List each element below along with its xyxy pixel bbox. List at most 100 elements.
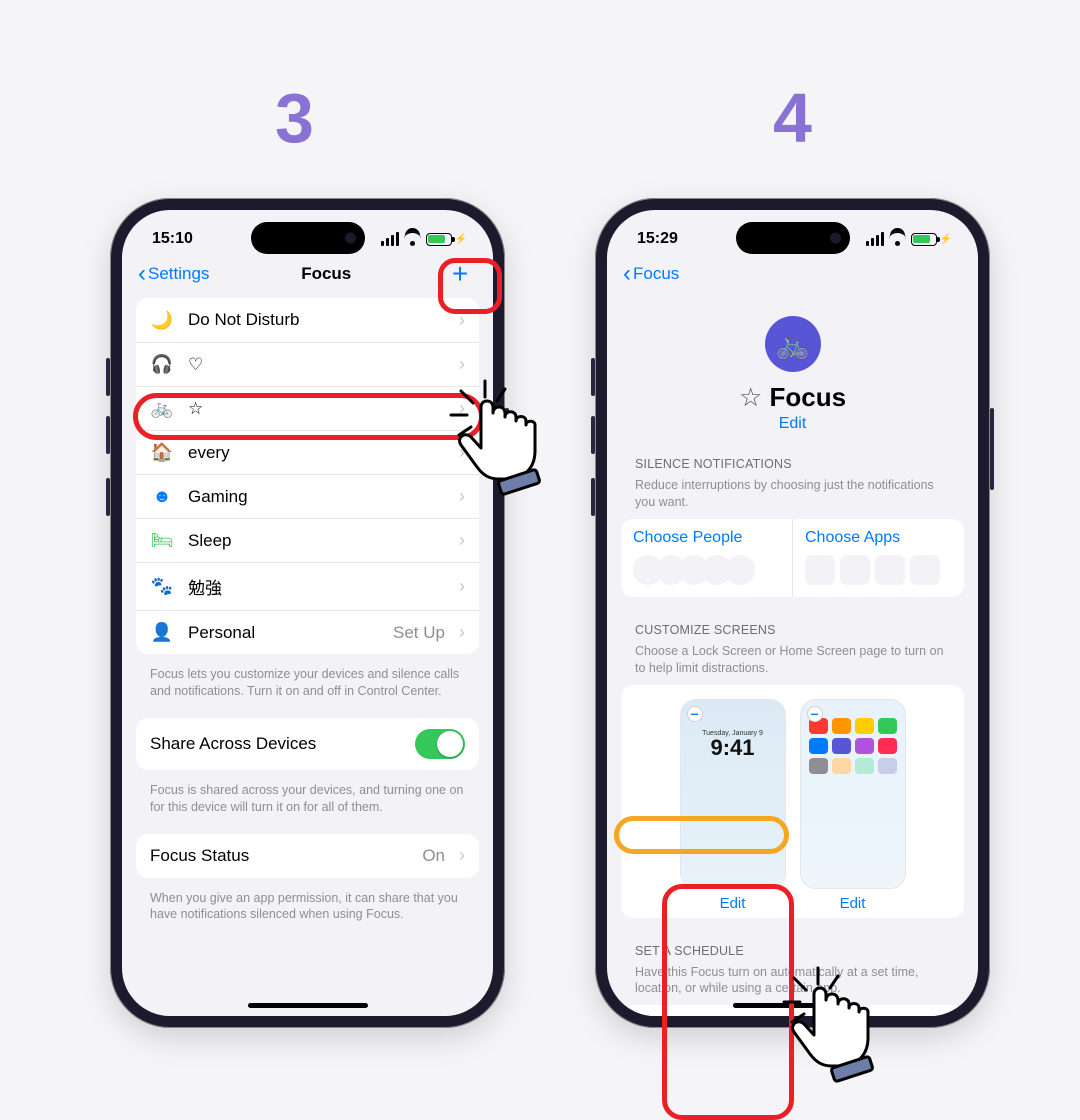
star-icon: ☆ bbox=[739, 382, 762, 412]
signal-icon bbox=[866, 232, 884, 246]
home-screen-tile[interactable]: – Edit bbox=[800, 699, 906, 912]
focus-list: 🌙 Do Not Disturb › 🎧 ♡ › 🚲 ☆ › 🏠 every ›… bbox=[136, 298, 479, 654]
home-indicator[interactable] bbox=[248, 1003, 368, 1008]
remove-icon[interactable]: – bbox=[807, 706, 823, 722]
battery-icon bbox=[911, 233, 937, 246]
focus-row-label: Do Not Disturb bbox=[188, 310, 445, 330]
focus-footnote: Focus lets you customize your devices an… bbox=[122, 664, 493, 718]
screens-card: – Tuesday, January 9 9:41 Edit – Edit bbox=[621, 685, 964, 918]
share-label: Share Across Devices bbox=[150, 734, 401, 754]
wifi-icon bbox=[404, 233, 421, 246]
status-icons: ⚡ bbox=[381, 232, 467, 246]
charging-icon: ⚡ bbox=[940, 234, 952, 245]
focus-hero: 🚲 ☆ Focus Edit bbox=[607, 298, 978, 441]
edit-lock-button[interactable]: Edit bbox=[680, 889, 786, 912]
back-label: Settings bbox=[148, 264, 209, 284]
focus-row-every[interactable]: 🏠 every › bbox=[136, 430, 479, 474]
edit-home-button[interactable]: Edit bbox=[800, 889, 906, 912]
chevron-right-icon: › bbox=[459, 845, 465, 866]
focus-row-label: Sleep bbox=[188, 531, 445, 551]
status-group: Focus Status On › bbox=[136, 834, 479, 878]
focus-row-heart[interactable]: 🎧 ♡ › bbox=[136, 342, 479, 386]
focus-row-dnd[interactable]: 🌙 Do Not Disturb › bbox=[136, 298, 479, 342]
status-footnote: When you give an app permission, it can … bbox=[122, 888, 493, 942]
home-indicator[interactable] bbox=[733, 1003, 853, 1008]
focus-status-row[interactable]: Focus Status On › bbox=[136, 834, 479, 878]
chevron-right-icon: › bbox=[459, 622, 465, 643]
silence-heading: SILENCE NOTIFICATIONS bbox=[607, 453, 978, 477]
chevron-right-icon: › bbox=[459, 530, 465, 551]
focus-row-personal[interactable]: 👤 Personal Set Up › bbox=[136, 610, 479, 654]
signal-icon bbox=[381, 232, 399, 246]
smile-icon: ☻ bbox=[150, 486, 174, 507]
focus-row-label: 勉強 bbox=[188, 574, 445, 599]
lock-screen-tile[interactable]: – Tuesday, January 9 9:41 Edit bbox=[680, 699, 786, 912]
status-label: Focus Status bbox=[150, 846, 408, 866]
focus-row-label: ♡ bbox=[188, 355, 445, 375]
battery-icon bbox=[426, 233, 452, 246]
lock-time: 9:41 bbox=[681, 735, 785, 761]
chevron-right-icon: › bbox=[459, 442, 465, 463]
share-row[interactable]: Share Across Devices bbox=[136, 718, 479, 770]
headphones-icon: 🎧 bbox=[150, 354, 174, 375]
focus-row-sleep[interactable]: 🛏 Sleep › bbox=[136, 518, 479, 562]
wifi-icon bbox=[889, 233, 906, 246]
phone-frame-left: 15:10 ⚡ ‹ Settings Focus + 🌙 Do Not Dist… bbox=[110, 198, 505, 1028]
focus-row-label: every bbox=[188, 443, 445, 463]
screen-left: 15:10 ⚡ ‹ Settings Focus + 🌙 Do Not Dist… bbox=[122, 210, 493, 1016]
focus-row-study[interactable]: 🐾 勉強 › bbox=[136, 562, 479, 610]
chevron-right-icon: › bbox=[459, 310, 465, 331]
focus-title-text: Focus bbox=[769, 382, 846, 412]
back-label: Focus bbox=[633, 264, 679, 284]
remove-icon[interactable]: – bbox=[687, 706, 703, 722]
apps-placeholder bbox=[805, 555, 952, 585]
focus-row-gaming[interactable]: ☻ Gaming › bbox=[136, 474, 479, 518]
chevron-right-icon: › bbox=[459, 354, 465, 375]
focus-title: ☆ Focus bbox=[607, 382, 978, 413]
back-button[interactable]: ‹ Focus bbox=[623, 264, 679, 284]
chevron-right-icon: › bbox=[459, 576, 465, 597]
back-button[interactable]: ‹ Settings bbox=[138, 264, 209, 284]
choose-people-label: Choose People bbox=[633, 529, 780, 547]
paw-icon: 🐾 bbox=[150, 576, 174, 597]
choose-apps-button[interactable]: Choose Apps bbox=[792, 519, 964, 597]
customize-heading: CUSTOMIZE SCREENS bbox=[607, 619, 978, 643]
choose-apps-label: Choose Apps bbox=[805, 529, 952, 547]
edit-focus-button[interactable]: Edit bbox=[607, 415, 978, 433]
dynamic-island bbox=[251, 222, 365, 254]
phone-frame-right: 15:29 ⚡ ‹ Focus 🚲 ☆ Focus Edit SILENCE N bbox=[595, 198, 990, 1028]
focus-row-label: Personal bbox=[188, 623, 379, 643]
share-switch[interactable] bbox=[415, 729, 465, 759]
people-placeholder bbox=[633, 555, 780, 585]
step-number-3: 3 bbox=[275, 78, 314, 158]
navbar: ‹ Focus bbox=[607, 254, 978, 298]
focus-row-label: ☆ bbox=[188, 399, 445, 419]
dynamic-island bbox=[736, 222, 850, 254]
moon-icon: 🌙 bbox=[150, 310, 174, 331]
bed-icon: 🛏 bbox=[150, 530, 174, 551]
bicycle-icon: 🚲 bbox=[765, 316, 821, 372]
schedule-heading: SET A SCHEDULE bbox=[607, 940, 978, 964]
focus-row-label: Gaming bbox=[188, 487, 445, 507]
focus-row-accessory: Set Up bbox=[393, 623, 445, 643]
chevron-right-icon: › bbox=[459, 486, 465, 507]
share-group: Share Across Devices bbox=[136, 718, 479, 770]
choose-people-button[interactable]: Choose People bbox=[621, 519, 792, 597]
silence-subtitle: Reduce interruptions by choosing just th… bbox=[607, 477, 978, 519]
status-time: 15:29 bbox=[637, 230, 678, 248]
share-footnote: Focus is shared across your devices, and… bbox=[122, 780, 493, 834]
step-number-4: 4 bbox=[773, 78, 812, 158]
status-icons: ⚡ bbox=[866, 232, 952, 246]
focus-row-bike[interactable]: 🚲 ☆ › bbox=[136, 386, 479, 430]
page-title: Focus bbox=[301, 264, 351, 284]
schedule-subtitle: Have this Focus turn on automatically at… bbox=[607, 964, 978, 1006]
bicycle-icon: 🚲 bbox=[150, 398, 174, 419]
status-value: On bbox=[422, 846, 445, 866]
navbar: ‹ Settings Focus + bbox=[122, 254, 493, 298]
person-icon: 👤 bbox=[150, 622, 174, 643]
customize-subtitle: Choose a Lock Screen or Home Screen page… bbox=[607, 643, 978, 685]
screen-right: 15:29 ⚡ ‹ Focus 🚲 ☆ Focus Edit SILENCE N bbox=[607, 210, 978, 1016]
status-time: 15:10 bbox=[152, 230, 193, 248]
house-icon: 🏠 bbox=[150, 442, 174, 463]
add-focus-button[interactable]: + bbox=[443, 258, 477, 290]
